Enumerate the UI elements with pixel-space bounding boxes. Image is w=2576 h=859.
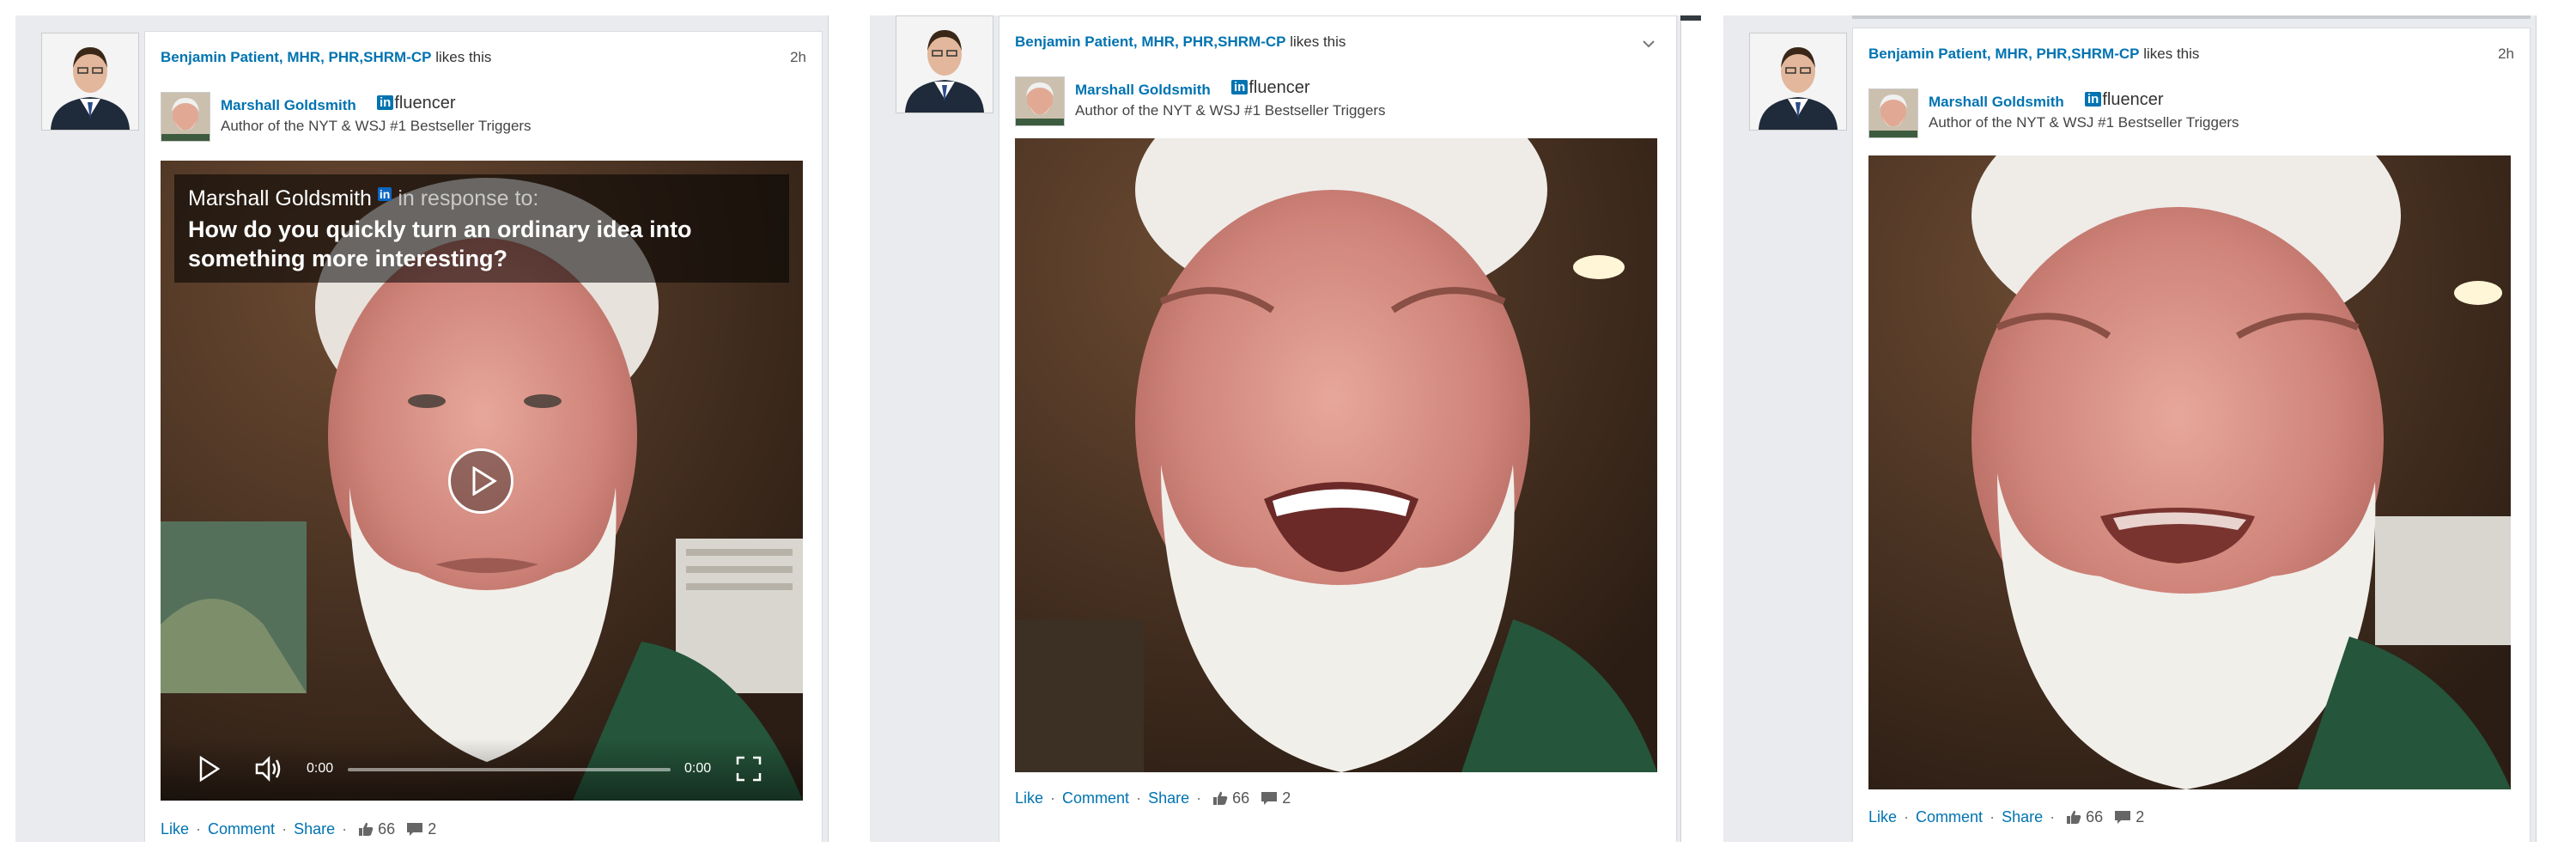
- social-actions: Like · Comment · Share · 66 2: [1015, 789, 1291, 807]
- linkedin-in-icon: in: [2085, 92, 2102, 107]
- liker-avatar-image: [896, 16, 993, 113]
- author-row: Marshall Goldsmith in fluencer Author of …: [1015, 76, 1661, 130]
- comment-link[interactable]: Comment: [208, 820, 275, 838]
- right-sidebar-card: [1680, 15, 1701, 842]
- like-count[interactable]: 66: [1232, 789, 1249, 807]
- influencer-badge-text: fluencer: [2102, 90, 2164, 109]
- right-sidebar-card: [2536, 15, 2555, 842]
- liker-avatar[interactable]: [41, 33, 139, 131]
- feed-screenshot-2: Benjamin Patient, MHR, PHR,SHRM-CP likes…: [870, 15, 1701, 842]
- comment-bubble-icon: [407, 823, 423, 836]
- author-row: Marshall Goldsmith in fluencer Author of …: [161, 92, 806, 145]
- fullscreen-icon[interactable]: [736, 756, 762, 782]
- thumbs-up-icon: [2067, 810, 2081, 824]
- author-row: Marshall Goldsmith in fluencer Author of …: [1868, 88, 2514, 142]
- feed-card: Benjamin Patient, MHR, PHR,SHRM-CP likes…: [999, 15, 1677, 842]
- comment-count[interactable]: 2: [2136, 808, 2144, 825]
- right-sidebar-card: [828, 15, 847, 842]
- linkedin-in-icon: in: [1231, 80, 1249, 94]
- social-actions: Like · Comment · Share · 66 2: [1868, 808, 2145, 825]
- influencer-badge: in fluencer: [377, 94, 456, 113]
- liker-name-link[interactable]: Benjamin Patient, MHR, PHR,SHRM-CP: [1015, 34, 1285, 50]
- comment-link[interactable]: Comment: [1062, 789, 1129, 807]
- post-time: 2h: [2498, 46, 2514, 62]
- author-avatar[interactable]: [161, 92, 210, 142]
- comment-count[interactable]: 2: [1282, 789, 1291, 807]
- response-overlay: Marshall Goldsmith in in response to: Ho…: [174, 174, 789, 283]
- feed-card: Benjamin Patient, MHR, PHR,SHRM-CP likes…: [1852, 27, 2530, 842]
- video-player[interactable]: [1015, 138, 1657, 772]
- liker-avatar-image: [1750, 34, 1846, 130]
- author-headline: Author of the NYT & WSJ #1 Bestseller Tr…: [221, 118, 532, 134]
- liker-avatar-image: [42, 34, 138, 130]
- overlay-response-label: in response to:: [398, 186, 539, 210]
- liker-name-link[interactable]: Benjamin Patient, MHR, PHR,SHRM-CP: [1868, 46, 2139, 62]
- author-avatar-image: [1016, 77, 1064, 125]
- video-player[interactable]: Marshall Goldsmith in in response to: Ho…: [161, 161, 803, 801]
- feed-screenshot-3: Benjamin Patient, MHR, PHR,SHRM-CP likes…: [1723, 15, 2555, 842]
- influencer-badge: in fluencer: [2085, 90, 2164, 110]
- liker-avatar[interactable]: [896, 15, 993, 113]
- social-actions: Like · Comment · Share · 66 2: [161, 820, 437, 838]
- feed-screenshot-1: Benjamin Patient, MHR, PHR,SHRM-CP likes…: [15, 15, 847, 842]
- feed-card: Benjamin Patient, MHR, PHR,SHRM-CP likes…: [144, 31, 823, 842]
- author-avatar[interactable]: [1868, 88, 1918, 138]
- author-headline: Author of the NYT & WSJ #1 Bestseller Tr…: [1075, 102, 1386, 119]
- comment-count[interactable]: 2: [428, 820, 436, 838]
- author-headline: Author of the NYT & WSJ #1 Bestseller Tr…: [1929, 114, 2239, 131]
- previous-card-edge: [1852, 15, 2530, 19]
- share-link[interactable]: Share: [2002, 808, 2043, 825]
- like-count[interactable]: 66: [2086, 808, 2103, 825]
- influencer-badge-text: fluencer: [394, 94, 456, 113]
- like-count[interactable]: 66: [378, 820, 395, 838]
- author-avatar[interactable]: [1015, 76, 1065, 126]
- like-link[interactable]: Like: [161, 820, 189, 838]
- author-avatar-image: [161, 93, 210, 141]
- activity-line: Benjamin Patient, MHR, PHR,SHRM-CP likes…: [1015, 34, 1661, 58]
- current-time: 0:00: [307, 761, 334, 776]
- video-frame-image: [1015, 138, 1657, 772]
- thumbs-up-icon: [359, 822, 374, 836]
- share-link[interactable]: Share: [294, 820, 335, 838]
- volume-icon[interactable]: [255, 756, 283, 782]
- like-link[interactable]: Like: [1868, 808, 1897, 825]
- play-overlay-button[interactable]: [448, 448, 513, 514]
- video-frame-image: [1868, 155, 2511, 789]
- activity-text: likes this: [1285, 34, 1346, 50]
- author-name-link[interactable]: Marshall Goldsmith: [1929, 94, 2064, 111]
- overlay-header: Marshall Goldsmith in in response to:: [188, 186, 775, 211]
- linkedin-in-icon: in: [377, 187, 392, 201]
- comment-bubble-icon: [2115, 811, 2131, 824]
- comment-bubble-icon: [1261, 792, 1278, 805]
- play-icon[interactable]: [198, 756, 221, 782]
- video-controls: 0:00 0:00: [161, 739, 803, 801]
- overlay-question: How do you quickly turn an ordinary idea…: [188, 216, 692, 271]
- author-avatar-image: [1869, 89, 1917, 137]
- author-name-link[interactable]: Marshall Goldsmith: [221, 97, 356, 114]
- influencer-badge: in fluencer: [1231, 78, 1310, 98]
- post-time: 2h: [790, 49, 806, 65]
- activity-text: likes this: [2139, 46, 2200, 62]
- like-link[interactable]: Like: [1015, 789, 1043, 807]
- influencer-badge-text: fluencer: [1249, 78, 1310, 97]
- author-name-link[interactable]: Marshall Goldsmith: [1075, 82, 1211, 99]
- thumbs-up-icon: [1213, 791, 1228, 805]
- seek-bar[interactable]: [348, 768, 671, 771]
- sidebar-header-bar: [1680, 15, 1701, 21]
- comment-link[interactable]: Comment: [1916, 808, 1983, 825]
- activity-line: Benjamin Patient, MHR, PHR,SHRM-CP likes…: [1868, 46, 2514, 70]
- activity-text: likes this: [431, 49, 492, 65]
- play-icon: [472, 466, 497, 496]
- liker-avatar[interactable]: [1749, 33, 1847, 131]
- share-link[interactable]: Share: [1148, 789, 1189, 807]
- liker-name-link[interactable]: Benjamin Patient, MHR, PHR,SHRM-CP: [161, 49, 431, 65]
- chevron-down-icon[interactable]: [1640, 35, 1657, 52]
- overlay-author-name: Marshall Goldsmith: [188, 186, 372, 210]
- video-player[interactable]: [1868, 155, 2511, 789]
- activity-line: Benjamin Patient, MHR, PHR,SHRM-CP likes…: [161, 49, 806, 73]
- linkedin-in-icon: in: [377, 95, 394, 110]
- duration: 0:00: [684, 761, 712, 776]
